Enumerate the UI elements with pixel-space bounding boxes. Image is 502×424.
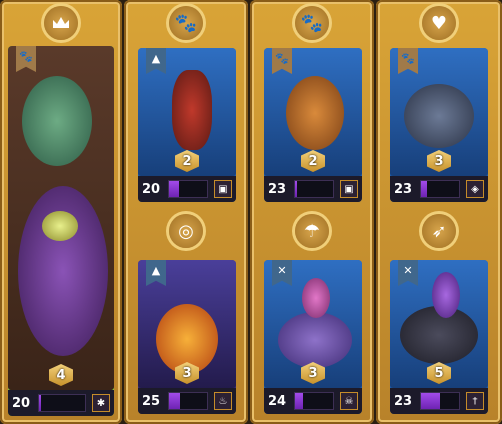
hero-column-2: 🐾 🐾 2 23 ▣ ☂ ✕ 3 24 ☠ xyxy=(250,0,374,424)
heart-icon: ♥ xyxy=(422,6,456,40)
level-plate: 23 ◈ xyxy=(390,176,488,202)
parachute-icon: ☂ xyxy=(295,214,329,248)
xp-fill xyxy=(169,393,181,409)
hero-portrait xyxy=(8,46,114,390)
dagger-icon[interactable]: † xyxy=(466,392,484,410)
spiral-icon: ◎ xyxy=(169,214,203,248)
hero-level: 23 xyxy=(268,181,287,197)
helmet-icon[interactable]: ◈ xyxy=(466,180,484,198)
fire-icon[interactable]: ♨ xyxy=(214,392,232,410)
hero-column-3: ♥ 🐾 3 23 ◈ ➶ ✕ 5 23 † xyxy=(376,0,502,424)
level-plate: 23 ▣ xyxy=(264,176,362,202)
skull-icon[interactable]: ☠ xyxy=(340,392,358,410)
xp-bar xyxy=(168,392,208,410)
xp-bar xyxy=(294,392,334,410)
hero-level: 25 xyxy=(142,393,161,409)
wing-icon: ➶ xyxy=(422,214,456,248)
hero-card[interactable]: 🐾 4 20 ✱ xyxy=(8,46,114,416)
hero-column-1: 🐾 ▲ 2 20 ▣ ◎ ▲ 3 25 ♨ xyxy=(124,0,248,424)
level-plate: 23 † xyxy=(390,388,488,414)
hero-level: 20 xyxy=(12,395,31,411)
level-plate: 20 ✱ xyxy=(8,390,114,416)
hero-level: 24 xyxy=(268,393,287,409)
chest-icon[interactable]: ▣ xyxy=(214,180,232,198)
hero-card[interactable]: ▲ 3 25 ♨ xyxy=(138,260,236,414)
bug-icon[interactable]: ✱ xyxy=(92,394,110,412)
chest-icon[interactable]: ▣ xyxy=(340,180,358,198)
hero-card[interactable]: ▲ 2 20 ▣ xyxy=(138,48,236,202)
xp-fill xyxy=(295,393,303,409)
crown-icon xyxy=(44,6,78,40)
xp-fill xyxy=(421,393,440,409)
hero-card[interactable]: ✕ 3 24 ☠ xyxy=(264,260,362,414)
paw-icon: 🐾 xyxy=(169,6,203,40)
paw-icon: 🐾 xyxy=(295,6,329,40)
hero-level: 23 xyxy=(394,393,413,409)
hero-slot-big[interactable]: 🐾 4 20 ✱ xyxy=(0,0,122,424)
xp-fill xyxy=(169,181,179,197)
level-plate: 25 ♨ xyxy=(138,388,236,414)
level-plate: 24 ☠ xyxy=(264,388,362,414)
xp-fill xyxy=(421,181,427,197)
xp-bar xyxy=(38,394,86,412)
xp-bar xyxy=(420,392,460,410)
xp-bar xyxy=(168,180,208,198)
xp-bar xyxy=(294,180,334,198)
hero-card[interactable]: 🐾 3 23 ◈ xyxy=(390,48,488,202)
hero-level: 20 xyxy=(142,181,161,197)
xp-bar xyxy=(420,180,460,198)
xp-fill xyxy=(39,395,42,411)
level-plate: 20 ▣ xyxy=(138,176,236,202)
xp-fill xyxy=(295,181,297,197)
hero-card[interactable]: 🐾 2 23 ▣ xyxy=(264,48,362,202)
hero-card[interactable]: ✕ 5 23 † xyxy=(390,260,488,414)
hero-level: 23 xyxy=(394,181,413,197)
